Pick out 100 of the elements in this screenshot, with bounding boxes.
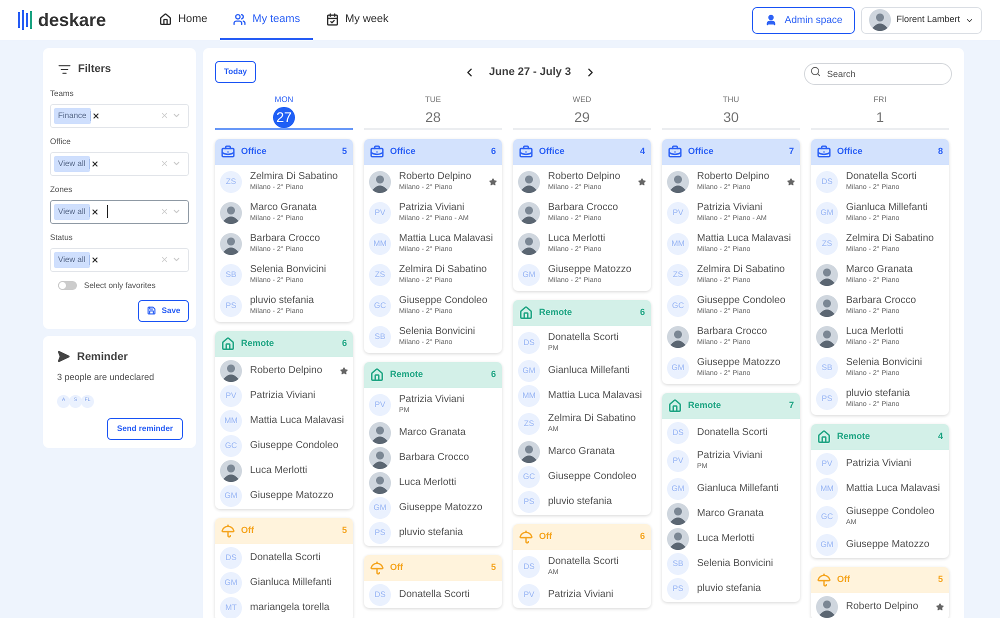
person-row[interactable]: GM Gianluca Millefanti	[662, 476, 800, 501]
umbrella-icon	[817, 573, 831, 587]
person-row[interactable]: GM Giuseppe Matozzo	[215, 483, 353, 508]
person-row[interactable]: Roberto Delpino	[215, 358, 353, 383]
avatar-initials: MM	[518, 384, 540, 406]
weekday: WED	[572, 94, 592, 106]
star-icon[interactable]	[489, 178, 497, 186]
avatar	[220, 360, 242, 382]
person-name: Barbara Crocco	[250, 232, 322, 245]
person-row[interactable]: GM Giuseppe Matozzo	[811, 532, 949, 557]
person-row[interactable]: GC Giuseppe Condoleo	[513, 464, 651, 489]
person-row[interactable]: PV Patrizia Viviani	[811, 451, 949, 476]
remove-chip-icon[interactable]	[91, 160, 100, 168]
day-header[interactable]: WED 29	[513, 94, 651, 130]
person-row[interactable]: PV Patrizia Viviani	[513, 582, 651, 607]
remove-chip-icon[interactable]	[91, 256, 100, 264]
person-row[interactable]: Marco Granata	[513, 439, 651, 464]
today-button[interactable]: Today	[215, 61, 256, 83]
save-button[interactable]: Save	[138, 300, 189, 322]
person-row[interactable]: PS pluvio stefania	[662, 576, 800, 601]
select-field[interactable]: Finance	[50, 104, 189, 128]
remove-chip-icon[interactable]	[92, 112, 100, 120]
search-field[interactable]: Search	[804, 63, 952, 85]
person-name: Barbara Crocco	[399, 451, 470, 464]
star-icon[interactable]	[340, 366, 348, 374]
umbrella-icon	[519, 530, 533, 544]
umbrella-icon	[221, 524, 235, 538]
floppy-icon	[146, 306, 156, 315]
admin-space-button[interactable]: Admin space	[752, 6, 856, 34]
person-row[interactable]: Barbara Crocco	[364, 445, 502, 470]
star-icon[interactable]	[787, 178, 795, 186]
day-header[interactable]: FRI 1	[811, 94, 949, 130]
reminder-text: 3 people are undeclared	[56, 371, 156, 384]
person-row[interactable]: PS pluvio stefania	[513, 489, 651, 514]
person-row[interactable]: DS Donatella Scorti	[662, 420, 800, 445]
person-row[interactable]: MM Mattia Luca Malavasi	[215, 408, 353, 433]
person-name: Gianluca Millefanti	[846, 201, 929, 214]
nav-tab[interactable]: My week	[313, 0, 402, 40]
day-header[interactable]: TUE 28	[364, 94, 502, 130]
person-row[interactable]: PV Patrizia Viviani	[215, 383, 353, 408]
group-label: Remote	[390, 368, 424, 382]
person-row[interactable]: DS Donatella Scorti	[215, 545, 353, 570]
avatar	[667, 170, 689, 192]
remove-chip-icon[interactable]	[91, 208, 100, 216]
person-row[interactable]: Marco Granata	[364, 420, 502, 445]
avatar-initials: GM	[518, 360, 540, 382]
person-name: Mattia Luca Malavasi	[846, 482, 941, 495]
person-row[interactable]: PS pluvio stefania	[364, 520, 502, 545]
person-row[interactable]: MT mariangela torella	[215, 595, 353, 618]
person-row[interactable]: GM Gianluca Millefanti	[215, 570, 353, 595]
group-label: Remote	[688, 399, 722, 412]
select-field[interactable]: View all	[50, 248, 189, 272]
person-row[interactable]: MM Mattia Luca Malavasi	[513, 383, 651, 408]
avatar-initials: DS	[220, 546, 242, 568]
avatar-initials: GC	[816, 506, 838, 528]
select-field[interactable]: View all	[50, 152, 189, 176]
person-name: Giuseppe Condoleo	[697, 294, 786, 307]
group-count: 7	[788, 145, 794, 158]
avatar-initials: GM	[220, 572, 242, 594]
person-name: Giuseppe Matozzo	[697, 356, 782, 369]
toggle-switch[interactable]	[58, 281, 77, 290]
briefcase-icon	[370, 145, 384, 159]
avatar-initials: PV	[220, 384, 242, 406]
person-row[interactable]: Luca Merlotti	[662, 526, 800, 551]
person-name: Selenia Bonvicini	[697, 557, 774, 570]
person-row[interactable]: DS Donatella Scorti	[364, 582, 502, 607]
avatar-initials: SB	[667, 552, 689, 574]
star-icon[interactable]	[936, 602, 944, 610]
day-number: 27	[273, 107, 295, 128]
filter-chip: View all	[54, 156, 90, 172]
person-row[interactable]: Luca Merlotti	[364, 470, 502, 495]
avatar-initials: PV	[369, 202, 391, 224]
person-row[interactable]: Marco Granata	[662, 501, 800, 526]
select-field[interactable]: View all	[50, 200, 189, 224]
avatar-initials: GM	[369, 496, 391, 518]
person-row[interactable]: Luca Merlotti	[215, 458, 353, 483]
send-reminder-button[interactable]: Send reminder	[106, 418, 183, 440]
person-name: Zelmira Di Sabatino	[250, 170, 339, 183]
nav-tab[interactable]: My teams	[220, 0, 314, 40]
person-name: Donatella Scorti	[846, 170, 918, 183]
group-label: Remote	[837, 430, 872, 444]
nav-tab[interactable]: Home	[146, 0, 220, 40]
person-row[interactable]: MM Mattia Luca Malavasi	[811, 476, 949, 501]
avatar-initials: DS	[369, 584, 391, 606]
avatar-initials: MM	[369, 232, 391, 254]
avatar	[816, 596, 838, 618]
person-row[interactable]: GC Giuseppe Condoleo	[215, 433, 353, 458]
person-name: Mattia Luca Malavasi	[399, 232, 494, 245]
person-name: Giuseppe Condoleo	[548, 470, 638, 483]
star-icon[interactable]	[638, 178, 646, 186]
avatar-initials: GM	[816, 202, 838, 224]
user-menu[interactable]: Florent Lambert	[861, 6, 982, 34]
person-row[interactable]: Roberto Delpino	[811, 594, 949, 618]
day-header[interactable]: MON 27	[215, 94, 353, 130]
day-header[interactable]: THU 30	[662, 94, 800, 130]
person-row[interactable]: GM Gianluca Millefanti	[513, 358, 651, 383]
person-row[interactable]: GM Giuseppe Matozzo	[364, 495, 502, 520]
person-row[interactable]: SB Selenia Bonvicini	[662, 551, 800, 576]
person-name: pluvio stefania	[846, 387, 911, 400]
field-label: Status	[50, 232, 74, 244]
